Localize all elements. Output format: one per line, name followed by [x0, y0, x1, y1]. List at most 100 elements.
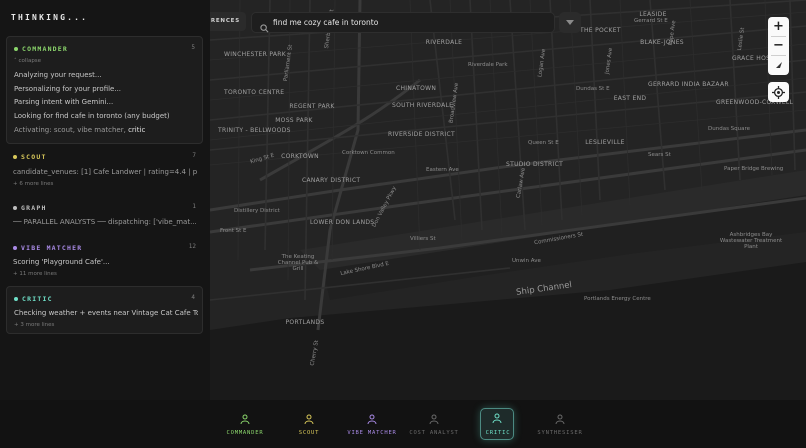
map-label: WINCHESTER PARK [224, 51, 286, 58]
agent-icon [492, 413, 502, 423]
map-label: GRACE HOSP [732, 55, 775, 62]
agent-name: CRITIC [22, 295, 53, 303]
compass-button[interactable] [768, 55, 789, 74]
poi-label: Ashbridges Bay Wastewater Treatment Plan… [719, 232, 783, 250]
message-count: 12 [188, 243, 196, 250]
status-dot [14, 47, 18, 51]
agent-name: VIBE MATCHER [21, 244, 83, 252]
log-line: Parsing intent with Gemini... [14, 98, 114, 106]
thinking-panel: THINKING... COMMANDER 5 ˄ collapse Analy… [0, 0, 210, 400]
more-lines-toggle[interactable]: + 3 more lines [14, 322, 54, 328]
map-label: RIVERDALE [425, 39, 463, 46]
status-dot [13, 155, 17, 159]
agent-tab-vibe-matcher[interactable]: VIBE MATCHER [347, 410, 396, 440]
street-label: Villiers St [410, 236, 436, 242]
agent-tab-critic[interactable]: CRITIC [480, 408, 514, 440]
agent-tab-label: SYNTHESISER [537, 430, 583, 436]
message-count: 4 [191, 294, 195, 301]
log-line: Analyzing your request... [14, 71, 102, 79]
agent-card-graph[interactable]: GRAPH 1 ── PARALLEL ANALYSTS ── dispatch… [6, 196, 203, 234]
status-dot [13, 206, 17, 210]
search-input[interactable]: find me cozy cafe in toronto [273, 18, 378, 27]
status-dot [14, 297, 18, 301]
locate-icon [772, 85, 785, 99]
agent-tab-label: SCOUT [298, 430, 320, 436]
map-label: GERRARD INDIA BAZAAR [648, 81, 729, 88]
search-icon [260, 18, 269, 37]
locate-button[interactable] [768, 82, 789, 102]
preferences-button[interactable]: ERENCES [210, 12, 246, 31]
agent-card-commander[interactable]: COMMANDER 5 ˄ collapse Analyzing your re… [6, 36, 203, 144]
map-label: REGENT PARK [289, 103, 335, 110]
poi-label: Portlands Energy Centre [584, 296, 651, 302]
panel-title: THINKING... [11, 13, 89, 22]
agent-card-scout[interactable]: SCOUT 7 candidate_venues: [1] Cafe Landw… [6, 145, 203, 193]
agent-tab-label: COMMANDER [226, 430, 264, 436]
agent-name: COMMANDER [22, 45, 69, 53]
agent-name: GRAPH [21, 204, 47, 212]
map-label: CORKTOWN [281, 153, 319, 160]
agent-tab-synthesiser[interactable]: SYNTHESISER [537, 410, 583, 440]
agent-bar [0, 400, 806, 448]
agent-tab-scout[interactable]: SCOUT [286, 410, 332, 440]
map-label: PORTLANDS [285, 319, 325, 326]
map-label: GREENWOOD-COXWELL [716, 99, 794, 106]
street-label: Gerrard St E [634, 18, 668, 24]
preferences-label: ERENCES [210, 18, 240, 24]
agent-icon [240, 414, 250, 424]
message-count: 1 [192, 203, 196, 210]
activating-agents: scout, vibe matcher, [53, 126, 126, 134]
zoom-in-button[interactable]: + [768, 17, 789, 36]
message-count: 5 [191, 44, 195, 51]
agent-tab-commander[interactable]: COMMANDER [222, 410, 268, 440]
poi-label: Dundas Square [708, 126, 751, 132]
map-label: MOSS PARK [275, 117, 313, 124]
log-line: Scoring 'Playground Cafe'... [13, 258, 110, 266]
zoom-out-button[interactable]: − [768, 36, 789, 55]
agent-tab-label: COST ANALYST [409, 430, 459, 436]
street-label: Unwin Ave [512, 258, 541, 264]
map-label: LOWER DON LANDS [310, 219, 375, 226]
collapse-toggle[interactable]: ˄ collapse [14, 58, 41, 64]
activating-prefix: Activating: [14, 126, 52, 134]
map-label: CANARY DISTRICT [302, 177, 361, 184]
filter-button[interactable] [559, 12, 581, 33]
agent-tab-label: VIBE MATCHER [347, 430, 397, 436]
poi-label: Paper Bridge Brewing [724, 166, 784, 172]
compass-icon [775, 61, 782, 68]
message-count: 7 [192, 152, 196, 159]
log-line: Checking weather + events near Vintage C… [14, 309, 198, 317]
collapse-label: collapse [18, 58, 42, 64]
agent-card-critic[interactable]: CRITIC 4 Checking weather + events near … [6, 286, 203, 334]
map-label: RIVERSIDE DISTRICT [388, 131, 455, 138]
poi-label: Riverdale Park [468, 62, 508, 68]
activating-last: critic [128, 126, 146, 134]
agent-tab-label: CRITIC [485, 430, 511, 436]
street-label: Eastern Ave [426, 167, 459, 173]
more-lines-toggle[interactable]: + 11 more lines [13, 271, 57, 277]
map-label: TRINITY - BELLWOODS [218, 127, 291, 134]
map-label: SOUTH RIVERDALE [392, 102, 454, 109]
log-line: Personalizing for your profile... [14, 85, 122, 93]
more-lines-toggle[interactable]: + 6 more lines [13, 181, 53, 187]
agent-icon [429, 414, 439, 424]
street-label: Queen St E [528, 140, 559, 146]
search-bar[interactable]: find me cozy cafe in toronto [251, 12, 555, 33]
map-canvas[interactable]: WINCHESTER PARK TRINITY - BELLWOODS RIVE… [210, 0, 806, 400]
poi-label: Sears St [648, 152, 671, 158]
street-label: Dundas St E [576, 86, 610, 92]
map-label: LESLIEVILLE [585, 139, 625, 146]
poi-label: The Keating Channel Pub & Grill [277, 254, 319, 272]
log-line: Looking for find cafe in toronto (any bu… [14, 112, 170, 120]
agent-name: SCOUT [21, 153, 47, 161]
agent-icon [555, 414, 565, 424]
map-label: BLAKE-JONES [640, 39, 684, 46]
map-roads [210, 0, 806, 400]
agent-icon [367, 414, 377, 424]
agent-tab-cost-analyst[interactable]: COST ANALYST [409, 410, 458, 440]
agent-card-vibe-matcher[interactable]: VIBE MATCHER 12 Scoring 'Playground Cafe… [6, 236, 203, 282]
poi-label: Corktown Common [342, 150, 395, 156]
log-line: ── PARALLEL ANALYSTS ── dispatching: ['v… [13, 218, 197, 226]
map-label: THE POCKET [580, 27, 621, 34]
zoom-controls: + − [768, 17, 789, 75]
